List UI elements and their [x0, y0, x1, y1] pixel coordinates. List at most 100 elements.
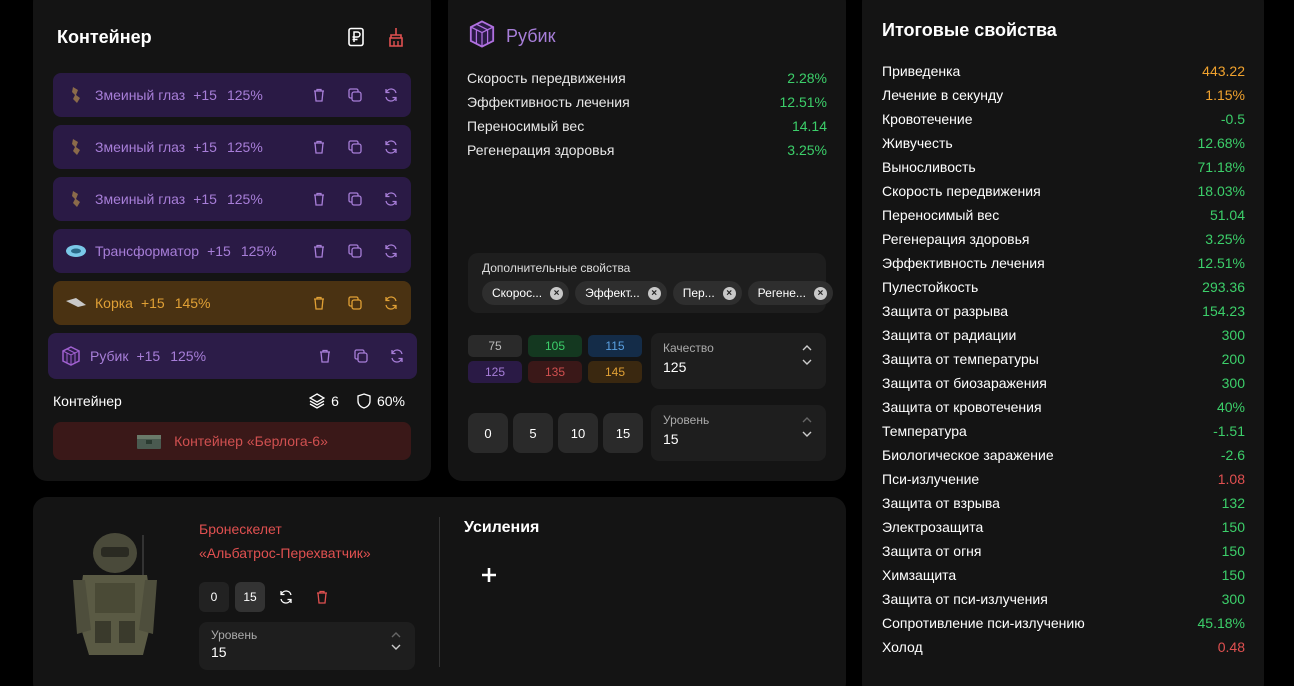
- artifact-row-selected[interactable]: Рубик +15 125%: [48, 333, 417, 379]
- total-value: -1.51: [1213, 423, 1245, 439]
- refresh-icon[interactable]: [383, 87, 399, 103]
- total-row: Пси-излучение 1.08: [882, 467, 1245, 491]
- total-value: 300: [1221, 591, 1245, 607]
- artifact-percent: 125%: [226, 87, 263, 103]
- quality-option[interactable]: 75: [468, 335, 522, 357]
- artifact-row[interactable]: Корка +15 145%: [53, 281, 411, 325]
- artifact-header: Рубик: [468, 20, 555, 53]
- close-icon[interactable]: ×: [722, 286, 736, 300]
- trash-icon[interactable]: [307, 582, 337, 612]
- total-row: Химзащита 150: [882, 563, 1245, 587]
- total-row: Защита от пси-излучения 300: [882, 587, 1245, 611]
- refresh-icon[interactable]: [383, 243, 399, 259]
- close-icon[interactable]: ×: [813, 286, 827, 300]
- total-row: Температура -1.51: [882, 419, 1245, 443]
- artifact-name: Корка: [95, 295, 133, 311]
- chip-label: Пер...: [682, 286, 715, 300]
- add-boost-button[interactable]: [479, 565, 499, 585]
- quality-select[interactable]: Качество 125: [651, 333, 826, 389]
- extra-chip[interactable]: Регене... ×: [747, 281, 833, 305]
- total-row: Переносимый вес 51.04: [882, 203, 1245, 227]
- quality-option[interactable]: 125: [468, 361, 522, 383]
- copy-icon[interactable]: [347, 191, 363, 207]
- trash-icon[interactable]: [311, 295, 327, 311]
- total-value: 18.03%: [1197, 183, 1245, 199]
- trash-icon[interactable]: [311, 243, 327, 259]
- level-button[interactable]: 5: [513, 413, 553, 453]
- trash-icon[interactable]: [311, 191, 327, 207]
- level-select[interactable]: Уровень 15: [651, 405, 826, 461]
- totals-panel: Итоговые свойства Приведенка 443.22 Лечени…: [862, 0, 1264, 686]
- armor-level-label: Уровень: [211, 628, 258, 642]
- total-row: Кровотечение -0.5: [882, 107, 1245, 131]
- armor-image: [65, 525, 165, 665]
- extra-chip[interactable]: Скорос... ×: [482, 281, 570, 305]
- close-icon[interactable]: ×: [550, 286, 564, 300]
- total-value: 132: [1221, 495, 1245, 511]
- total-row: Защита от радиации 300: [882, 323, 1245, 347]
- total-label: Защита от огня: [882, 543, 982, 559]
- level-button[interactable]: 0: [468, 413, 508, 453]
- artifact-level: +15: [193, 87, 217, 103]
- extra-chip[interactable]: Эффект... ×: [575, 281, 667, 305]
- artifact-list: Змеиный глаз +15 125% Змеиный глаз +15 1…: [48, 73, 417, 387]
- divider: [439, 517, 440, 667]
- total-value: 150: [1221, 567, 1245, 583]
- copy-icon[interactable]: [353, 348, 369, 364]
- refresh-icon[interactable]: [383, 295, 399, 311]
- clear-broom-icon[interactable]: [385, 26, 407, 48]
- snake-eye-artifact-icon: [65, 188, 87, 210]
- copy-icon[interactable]: [347, 139, 363, 155]
- artifact-row[interactable]: Змеиный глаз +15 125%: [53, 125, 411, 169]
- armor-level-min-button[interactable]: 0: [199, 582, 229, 612]
- total-value: 0.48: [1217, 639, 1245, 655]
- artifact-row[interactable]: Змеиный глаз +15 125%: [53, 73, 411, 117]
- total-value: 300: [1221, 327, 1245, 343]
- quality-option[interactable]: 105: [528, 335, 582, 357]
- copy-icon[interactable]: [347, 243, 363, 259]
- property-label: Переносимый вес: [467, 118, 585, 134]
- copy-icon[interactable]: [347, 295, 363, 311]
- level-button[interactable]: 15: [603, 413, 643, 453]
- trash-icon[interactable]: [311, 87, 327, 103]
- chip-label: Регене...: [757, 286, 806, 300]
- extra-properties-label: Дополнительные свойства: [482, 261, 631, 275]
- level-label: Уровень: [663, 413, 710, 427]
- copy-icon[interactable]: [347, 87, 363, 103]
- total-value: -2.6: [1220, 447, 1245, 463]
- armor-level-select[interactable]: Уровень 15: [199, 622, 415, 670]
- property-value: 12.51%: [779, 94, 827, 110]
- price-icon[interactable]: [345, 26, 367, 48]
- quality-option[interactable]: 115: [588, 335, 642, 357]
- artifact-row[interactable]: Змеиный глаз +15 125%: [53, 177, 411, 221]
- artifact-row[interactable]: Трансформатор +15 125%: [53, 229, 411, 273]
- refresh-icon[interactable]: [383, 191, 399, 207]
- container-panel: Контейнер Змеиный глаз +15 125% Змеиный …: [33, 0, 431, 481]
- quality-option[interactable]: 145: [588, 361, 642, 383]
- total-value: 293.36: [1202, 279, 1245, 295]
- refresh-icon[interactable]: [271, 582, 301, 612]
- container-header: Контейнер: [57, 26, 407, 48]
- artifact-title: Рубик: [506, 26, 556, 46]
- artifact-name: Змеиный глаз: [95, 87, 186, 103]
- extra-properties-select[interactable]: Дополнительные свойства Скорос... × Эффек…: [468, 253, 833, 313]
- total-row: Защита от разрыва 154.23: [882, 299, 1245, 323]
- close-icon[interactable]: ×: [647, 286, 661, 300]
- trash-icon[interactable]: [317, 348, 333, 364]
- quality-option[interactable]: 135: [528, 361, 582, 383]
- total-label: Эффективность лечения: [882, 255, 1045, 271]
- total-row: Живучесть 12.68%: [882, 131, 1245, 155]
- level-button[interactable]: 10: [558, 413, 598, 453]
- total-row: Выносливость 71.18%: [882, 155, 1245, 179]
- extra-chip[interactable]: Пер... ×: [672, 281, 742, 305]
- total-label: Переносимый вес: [882, 207, 1000, 223]
- refresh-icon[interactable]: [389, 348, 405, 364]
- level-value: 15: [663, 431, 679, 447]
- trash-icon[interactable]: [311, 139, 327, 155]
- total-value: 71.18%: [1197, 159, 1245, 175]
- container-select-button[interactable]: Контейнер «Берлога-6»: [53, 422, 411, 460]
- armor-level-max-button[interactable]: 15: [235, 582, 265, 612]
- shield-icon: [357, 393, 371, 409]
- refresh-icon[interactable]: [383, 139, 399, 155]
- total-row: Защита от биозаражения 300: [882, 371, 1245, 395]
